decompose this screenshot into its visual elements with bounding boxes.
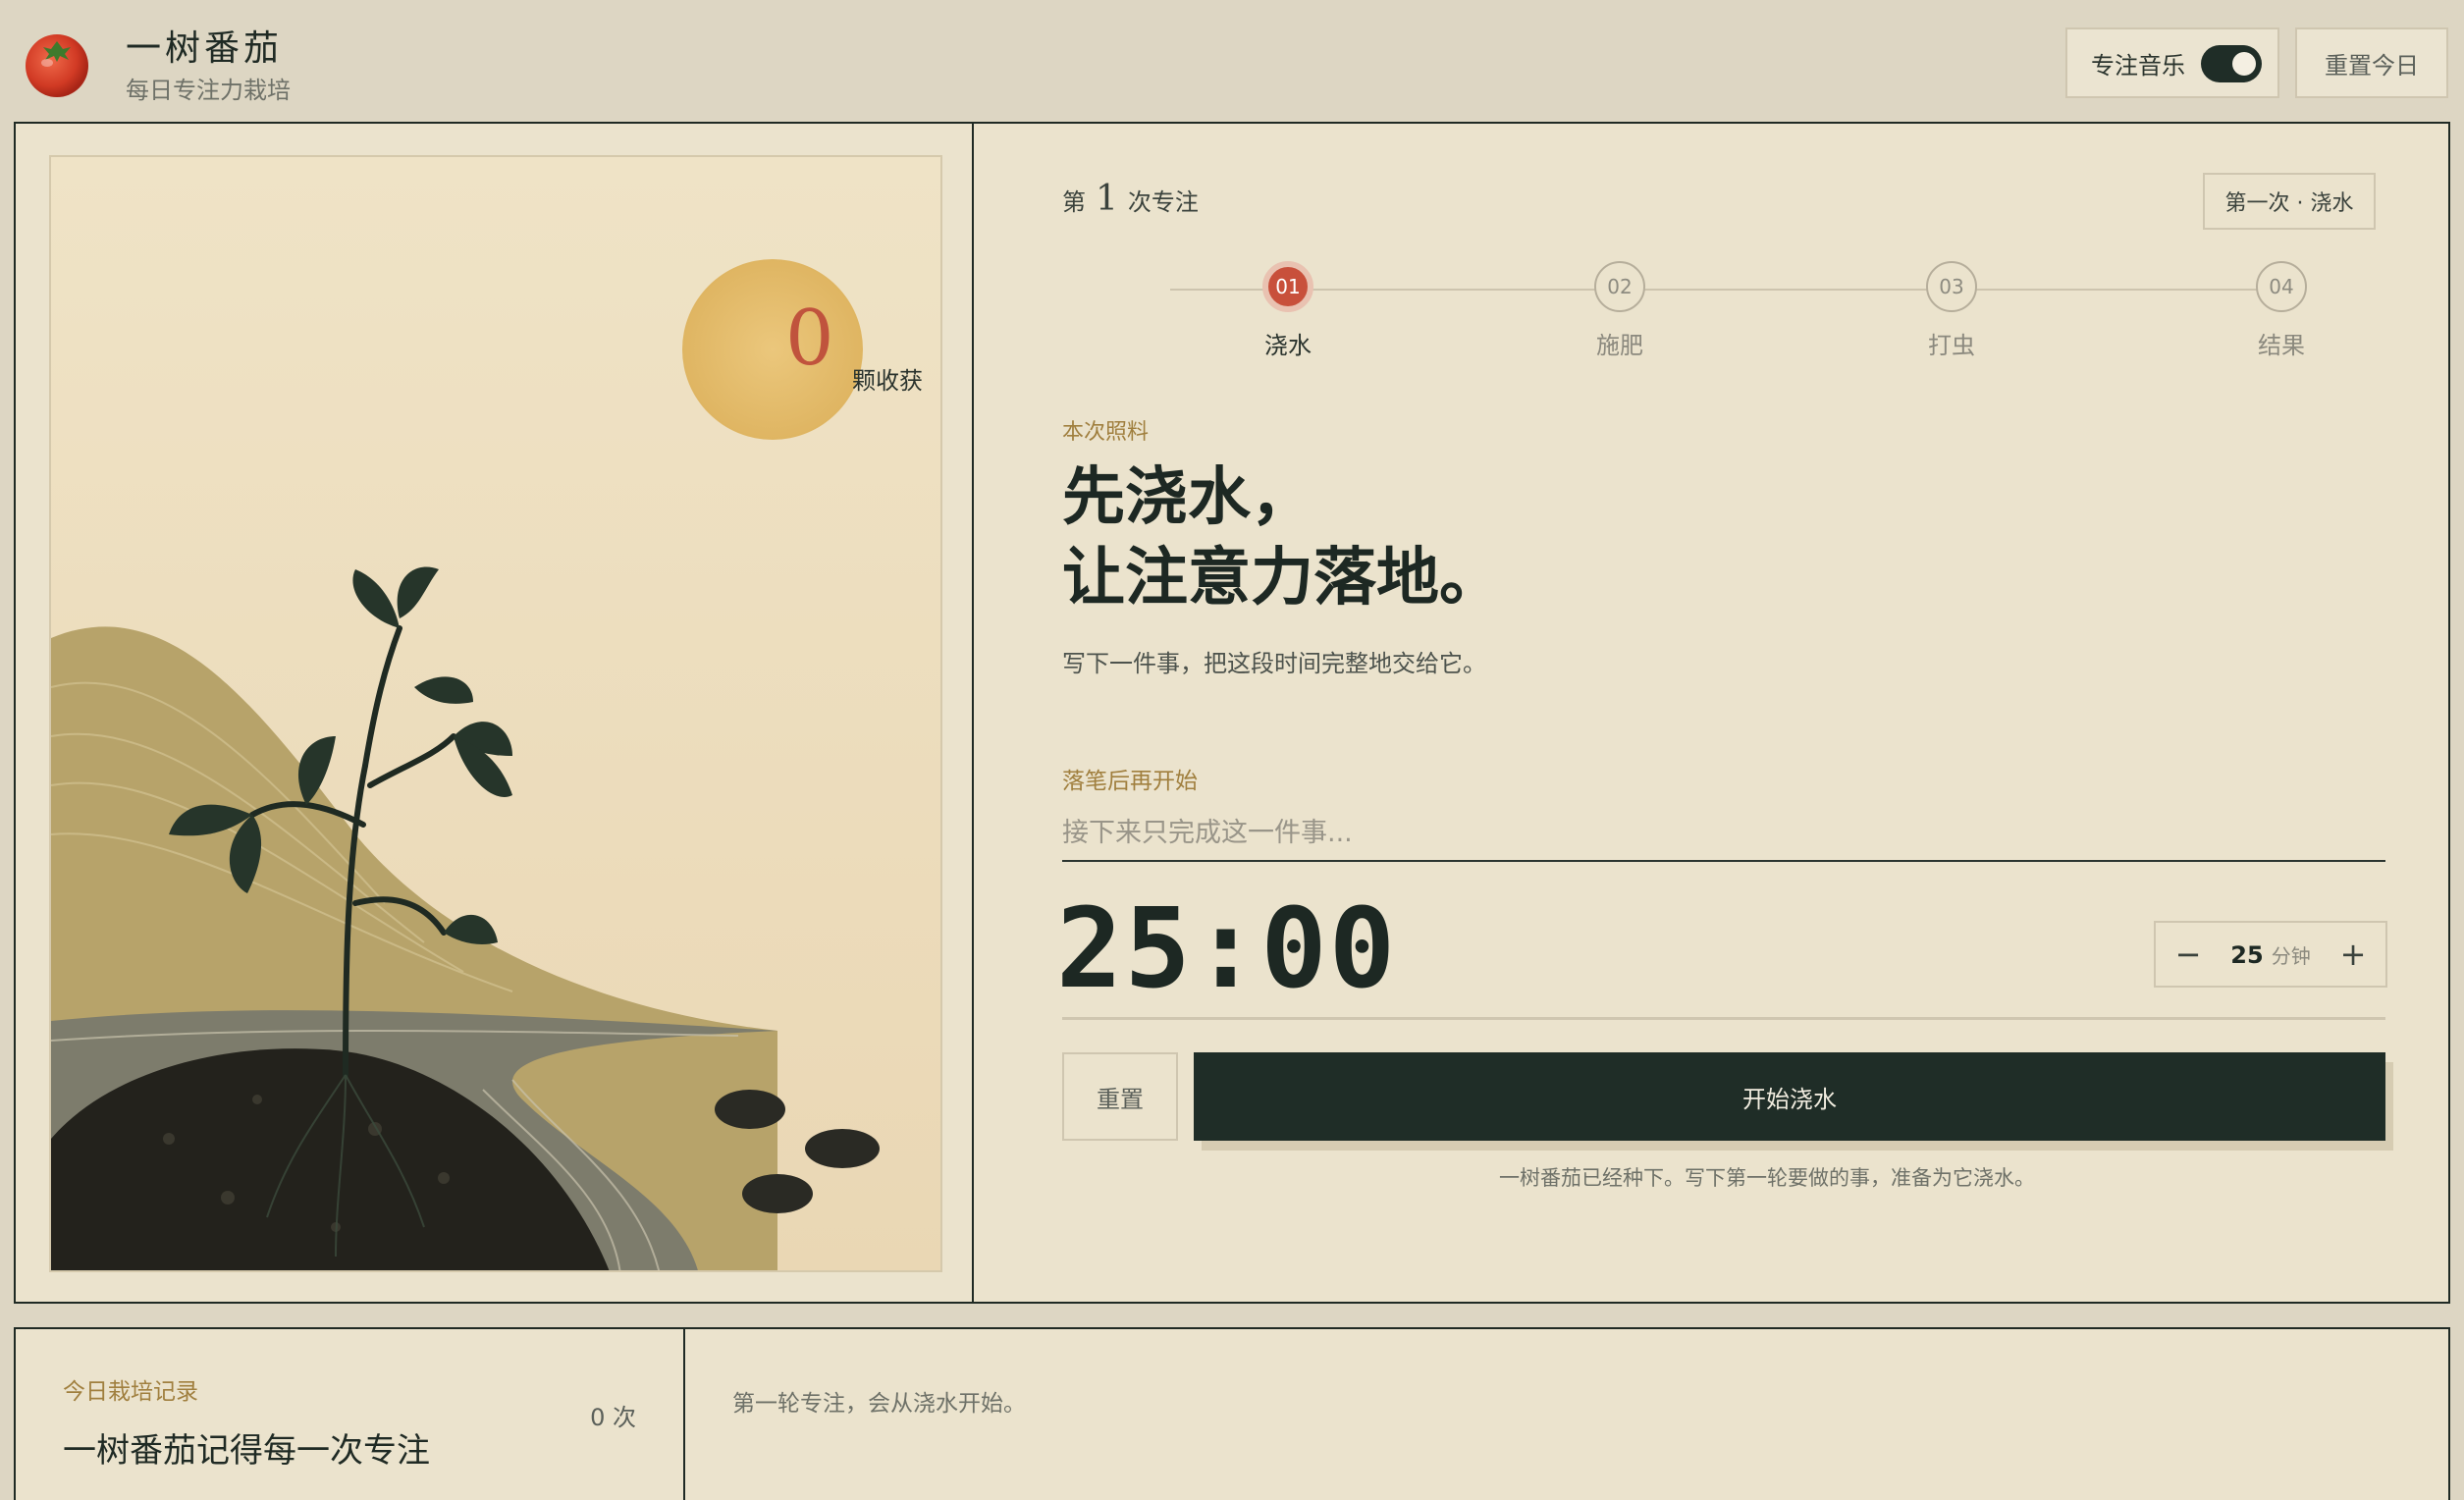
tomato-icon [26,34,88,97]
record-note: 第一轮专注，会从浇水开始。 [732,1391,1026,1417]
sun-shape [682,259,863,440]
duration-stepper: − 25 分钟 + [2154,921,2387,988]
care-section-label: 本次照料 [1062,420,1150,445]
record-label: 今日栽培记录 [63,1379,198,1405]
task-input-label: 落笔后再开始 [1062,769,1198,794]
session-prefix: 第 [1062,188,1086,216]
task-input[interactable] [1062,805,2385,862]
duration-minutes: 25 [2230,940,2264,969]
session-number: 1 [1096,179,1118,219]
app-subtitle: 每日专注力栽培 [126,77,291,104]
illustration-pane: 0 颗收获 [16,124,974,1302]
start-watering-button[interactable]: 开始浇水 [1194,1052,2385,1141]
reset-today-button[interactable]: 重置今日 [2295,27,2448,98]
focus-panel: 0 颗收获 第 1 次专注 第一次 · 浇水 01 浇水 02 施肥 03 打虫 [14,122,2450,1304]
harvest-count: 0 [785,295,834,383]
timer-display: 25:00 [1056,885,1398,1013]
headline-line-2: 让注意力落地。 [1062,541,1502,615]
app-title: 一树番茄 [126,28,284,69]
focus-music-toggle[interactable] [2201,45,2262,82]
record-title: 一树番茄记得每一次专注 [63,1431,430,1471]
care-description: 写下一件事，把这段时间完整地交给它。 [1062,650,1486,677]
focus-music-label: 专注音乐 [2091,51,2185,80]
care-steps: 01 浇水 02 施肥 03 打虫 04 结果 [976,261,2450,379]
record-count: 0 次 [590,1404,636,1431]
minus-icon[interactable]: − [2173,936,2203,973]
focus-controls: 第 1 次专注 第一次 · 浇水 01 浇水 02 施肥 03 打虫 04 结果 [976,124,2450,1302]
app-header: 一树番茄 每日专注力栽培 专注音乐 重置今日 [0,0,2464,122]
harvest-label: 颗收获 [852,367,923,395]
session-counter: 第 1 次专注 [1062,179,1199,219]
step-number: 02 [1594,261,1645,312]
step-pest-control[interactable]: 03 打虫 [1893,261,2010,360]
duration-unit: 分钟 [2271,943,2311,968]
step-number: 04 [2256,261,2307,312]
step-fertilizing[interactable]: 02 施肥 [1561,261,1679,360]
step-label: 打虫 [1928,332,1975,359]
timer-divider [1062,1017,2385,1020]
toggle-knob [2232,52,2256,76]
step-number: 03 [1926,261,1977,312]
duration-value: 25 分钟 [2230,940,2310,969]
start-hint: 一树番茄已经种下。写下第一轮要做的事，准备为它浇水。 [1499,1166,2035,1190]
record-summary: 今日栽培记录 一树番茄记得每一次专注 0 次 [16,1329,685,1500]
step-watering[interactable]: 01 浇水 [1229,261,1347,360]
step-label: 施肥 [1596,332,1643,359]
step-number: 01 [1262,261,1313,312]
headline-line-1: 先浇水， [1062,460,1313,534]
stage-tag: 第一次 · 浇水 [2203,173,2376,230]
step-fruiting[interactable]: 04 结果 [2223,261,2340,360]
session-suffix: 次专注 [1127,188,1199,216]
plus-icon[interactable]: + [2338,936,2368,973]
step-label: 结果 [2258,332,2305,359]
focus-music-control[interactable]: 专注音乐 [2065,27,2279,98]
daily-record-panel: 今日栽培记录 一树番茄记得每一次专注 0 次 第一轮专注，会从浇水开始。 [14,1327,2450,1500]
care-headline: 先浇水， 让注意力落地。 [1062,457,1502,618]
step-label: 浇水 [1264,332,1312,359]
reset-button[interactable]: 重置 [1062,1052,1178,1141]
